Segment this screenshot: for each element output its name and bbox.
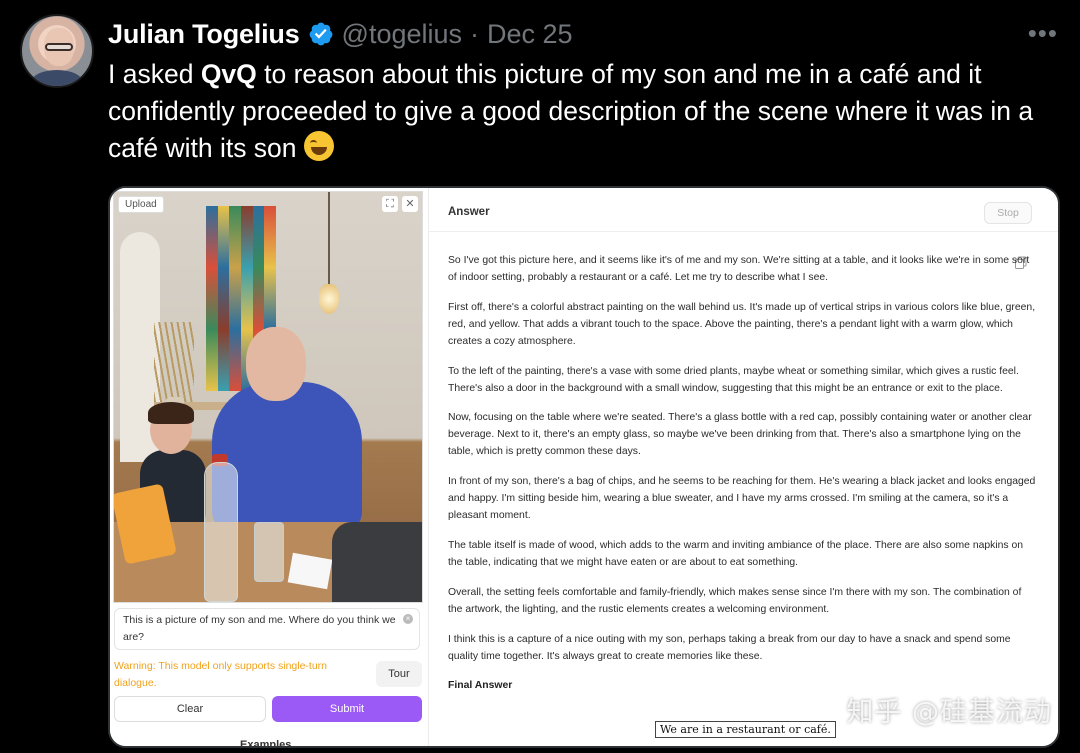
tour-button[interactable]: Tour — [376, 661, 422, 687]
tweet-header: Julian Togelius @togelius · Dec 25 — [108, 14, 573, 54]
final-answer-box: We are in a restaurant or café. — [655, 721, 836, 738]
answer-body: So I've got this picture here, and it se… — [448, 252, 1038, 707]
clear-button[interactable]: Clear — [114, 696, 266, 722]
upload-tag[interactable]: Upload — [118, 196, 164, 213]
prompt-text: This is a picture of my son and me. Wher… — [123, 614, 396, 643]
photo-bottle — [204, 462, 238, 602]
close-icon[interactable]: ✕ — [402, 196, 418, 212]
photo-pendant-lamp — [319, 284, 339, 314]
answer-paragraph: So I've got this picture here, and it se… — [448, 255, 1030, 283]
tears-of-joy-emoji-icon — [303, 131, 334, 161]
photo-boy-hair — [148, 402, 194, 424]
answer-paragraph: The table itself is made of wood, which … — [448, 539, 1024, 568]
tweet-date[interactable]: Dec 25 — [487, 19, 573, 50]
tweet-text-bold: QvQ — [200, 59, 257, 89]
fullscreen-icon[interactable]: ⛶ — [382, 196, 398, 212]
photo-lamp-cord — [328, 192, 330, 284]
answer-paragraph: In front of my son, there's a bag of chi… — [448, 476, 1036, 522]
stop-button[interactable]: Stop — [984, 202, 1032, 224]
avatar-shirt — [32, 70, 82, 86]
tweet-text-start: I asked — [108, 59, 201, 89]
tweet-text: I asked QvQ to reason about this picture… — [108, 56, 1058, 167]
clear-input-icon[interactable]: × — [403, 614, 413, 624]
photo-jacket — [332, 522, 422, 602]
answer-paragraph: First off, there's a colorful abstract p… — [448, 301, 1036, 347]
answer-pane: Answer Stop So I've got this picture her… — [429, 188, 1058, 746]
photo-glass — [254, 522, 284, 582]
author-handle[interactable]: @togelius — [342, 19, 462, 50]
examples-heading: Examples — [240, 739, 292, 748]
photo-dried-plants — [154, 322, 194, 402]
avatar-glasses — [45, 43, 73, 51]
zhihu-watermark: 知乎 @硅基流动 — [846, 697, 1052, 728]
answer-paragraph: I think this is a capture of a nice outi… — [448, 633, 1011, 662]
uploaded-photo[interactable]: Upload ⛶ ✕ — [113, 191, 423, 603]
photo-tools: ⛶ ✕ — [382, 196, 418, 212]
more-options-icon[interactable]: ••• — [1028, 18, 1058, 49]
input-pane: Upload ⛶ ✕ This is a picture of my son a… — [110, 188, 428, 746]
answer-paragraph: Now, focusing on the table where we're s… — [448, 412, 1032, 458]
verified-badge-icon — [309, 22, 332, 46]
submit-button[interactable]: Submit — [272, 696, 422, 722]
attached-screenshot[interactable]: Upload ⛶ ✕ This is a picture of my son a… — [108, 186, 1060, 748]
answer-title: Answer — [448, 206, 490, 218]
author-avatar[interactable] — [20, 14, 94, 88]
answer-paragraph: To the left of the painting, there's a v… — [448, 365, 1019, 394]
answer-paragraph: Overall, the setting feels comfortable a… — [448, 586, 1022, 615]
single-turn-warning: Warning: This model only supports single… — [114, 660, 328, 689]
photo-man-head — [246, 327, 306, 401]
answer-header: Answer Stop — [429, 188, 1058, 232]
separator-dot: · — [470, 18, 480, 49]
author-name[interactable]: Julian Togelius — [108, 19, 300, 50]
prompt-input[interactable]: This is a picture of my son and me. Wher… — [114, 608, 420, 650]
